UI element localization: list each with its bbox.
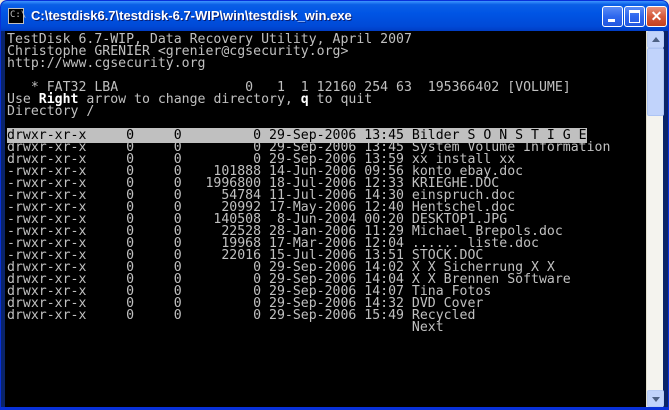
minimize-button[interactable] <box>602 6 623 27</box>
title-bar[interactable]: C:\ C:\testdisk6.7\testdisk-6.7-WIP\win\… <box>1 1 668 31</box>
scroll-thumb[interactable] <box>647 48 664 116</box>
next-page-link[interactable]: Next <box>7 321 444 334</box>
instructions-suffix: to quit <box>308 92 373 107</box>
arrow-up-icon <box>652 37 660 42</box>
window-title: C:\testdisk6.7\testdisk-6.7-WIP\win\test… <box>31 8 352 23</box>
arrow-down-icon <box>652 397 660 402</box>
minimize-icon <box>603 7 622 26</box>
directory-path: Directory / <box>7 104 95 119</box>
scroll-down-button[interactable] <box>647 390 664 407</box>
close-icon: ✕ <box>650 8 663 24</box>
scroll-up-button[interactable] <box>647 31 664 48</box>
console-window: C:\ C:\testdisk6.7\testdisk-6.7-WIP\win\… <box>0 0 669 410</box>
instructions-middle: arrow to change directory, <box>78 92 301 107</box>
instructions-quit-key: q <box>300 92 309 107</box>
header-line-website: http://www.cgsecurity.org <box>7 56 206 71</box>
console-output[interactable]: TestDisk 6.7-WIP, Data Recovery Utility,… <box>5 31 646 407</box>
console-app-icon[interactable]: C:\ <box>8 8 26 24</box>
close-button[interactable]: ✕ <box>646 6 667 27</box>
maximize-button[interactable] <box>624 6 645 27</box>
vertical-scrollbar[interactable] <box>646 31 664 407</box>
maximize-icon <box>625 7 644 26</box>
